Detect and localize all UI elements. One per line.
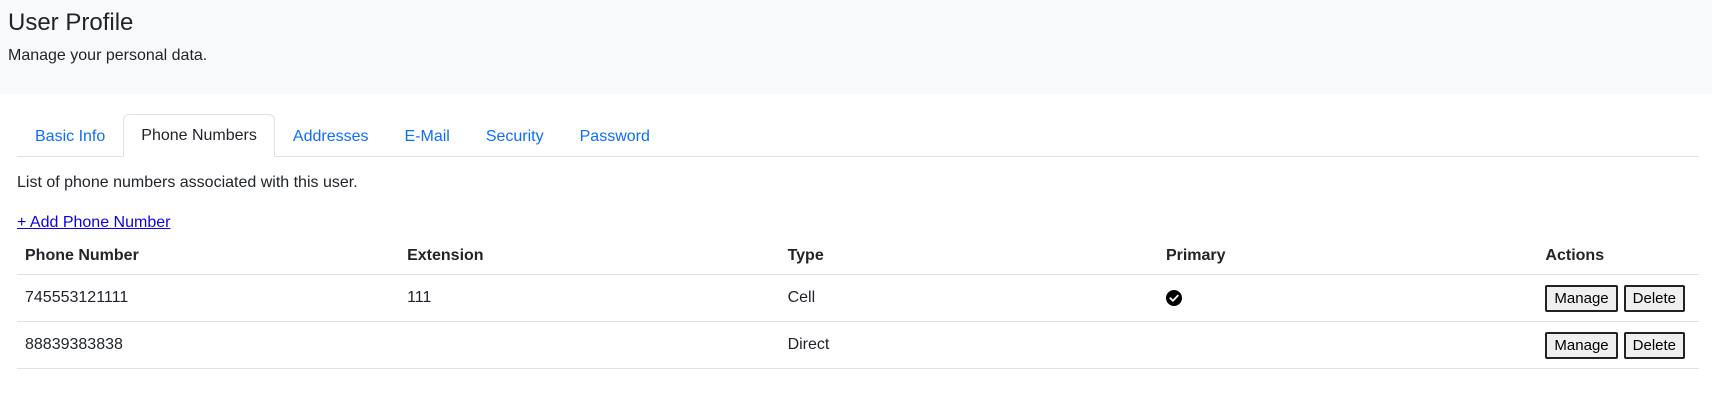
type-cell: Cell xyxy=(779,274,1158,322)
table-row: 88839383838 Direct Manage Delete xyxy=(17,321,1699,369)
header-type: Type xyxy=(779,238,1158,275)
manage-button[interactable]: Manage xyxy=(1545,284,1618,312)
tab-basic-info[interactable]: Basic Info xyxy=(17,116,123,157)
phone-numbers-table: Phone Number Extension Type Primary Acti… xyxy=(17,238,1699,369)
tab-addresses[interactable]: Addresses xyxy=(275,116,387,157)
tab-phone-numbers[interactable]: Phone Numbers xyxy=(123,114,275,157)
page-header: User Profile Manage your personal data. xyxy=(0,0,1712,94)
tab-security[interactable]: Security xyxy=(468,116,562,157)
section-description: List of phone numbers associated with th… xyxy=(17,174,358,191)
primary-cell xyxy=(1157,321,1538,369)
manage-button[interactable]: Manage xyxy=(1545,331,1618,359)
tab-password[interactable]: Password xyxy=(562,116,668,157)
page-subtitle: Manage your personal data. xyxy=(8,47,208,64)
header-actions: Actions xyxy=(1537,238,1699,275)
extension-cell: 111 xyxy=(399,274,780,322)
delete-button[interactable]: Delete xyxy=(1623,331,1685,359)
phone-number-cell: 745553121111 xyxy=(17,274,400,322)
actions-cell: Manage Delete xyxy=(1537,321,1699,369)
header-phone-number: Phone Number xyxy=(17,238,400,275)
tab-email[interactable]: E-Mail xyxy=(386,116,467,157)
primary-cell xyxy=(1157,274,1538,322)
header-primary: Primary xyxy=(1157,238,1538,275)
type-cell: Direct xyxy=(779,321,1158,369)
page-title: User Profile xyxy=(8,9,134,36)
add-phone-number-link[interactable]: + Add Phone Number xyxy=(17,213,170,233)
delete-button[interactable]: Delete xyxy=(1623,284,1685,312)
table-row: 745553121111 111 Cell Manage Delete xyxy=(17,274,1699,322)
profile-tabs: Basic Info Phone Numbers Addresses E-Mai… xyxy=(17,114,1699,157)
table-header-row: Phone Number Extension Type Primary Acti… xyxy=(17,238,1699,275)
actions-cell: Manage Delete xyxy=(1537,274,1699,322)
extension-cell xyxy=(399,321,780,369)
header-extension: Extension xyxy=(399,238,780,275)
phone-number-cell: 88839383838 xyxy=(17,321,400,369)
check-circle-icon xyxy=(1165,289,1182,306)
